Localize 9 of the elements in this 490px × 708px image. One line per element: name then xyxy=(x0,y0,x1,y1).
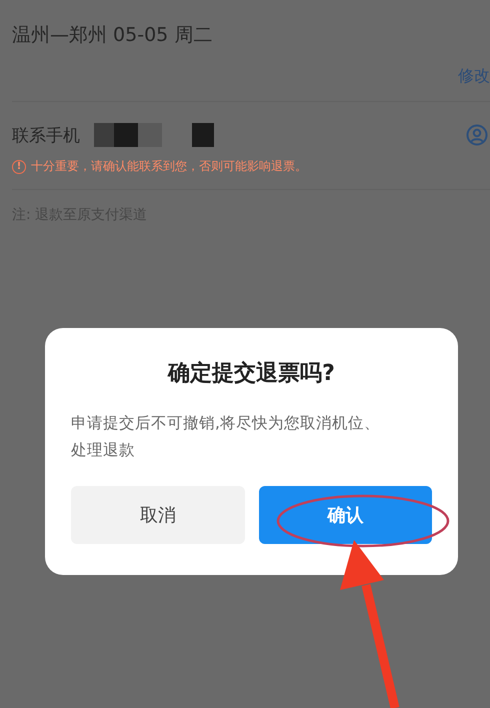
contact-book-icon[interactable] xyxy=(466,124,488,146)
warning-text: 十分重要，请确认能联系到您，否则可能影响退票。 xyxy=(31,158,307,175)
cancel-button[interactable]: 取消 xyxy=(71,486,244,544)
contact-label: 联系手机 xyxy=(12,124,80,146)
confirm-button[interactable]: 确认 xyxy=(258,486,432,544)
trip-route: 温州—郑州 05-05 周二 xyxy=(12,23,214,48)
dialog-message: 申请提交后不可撤销,将尽快为您取消机位、处理退款 xyxy=(71,413,381,461)
dialog-title: 确定提交退票吗? xyxy=(166,360,336,388)
warning-icon: ! xyxy=(12,160,26,174)
